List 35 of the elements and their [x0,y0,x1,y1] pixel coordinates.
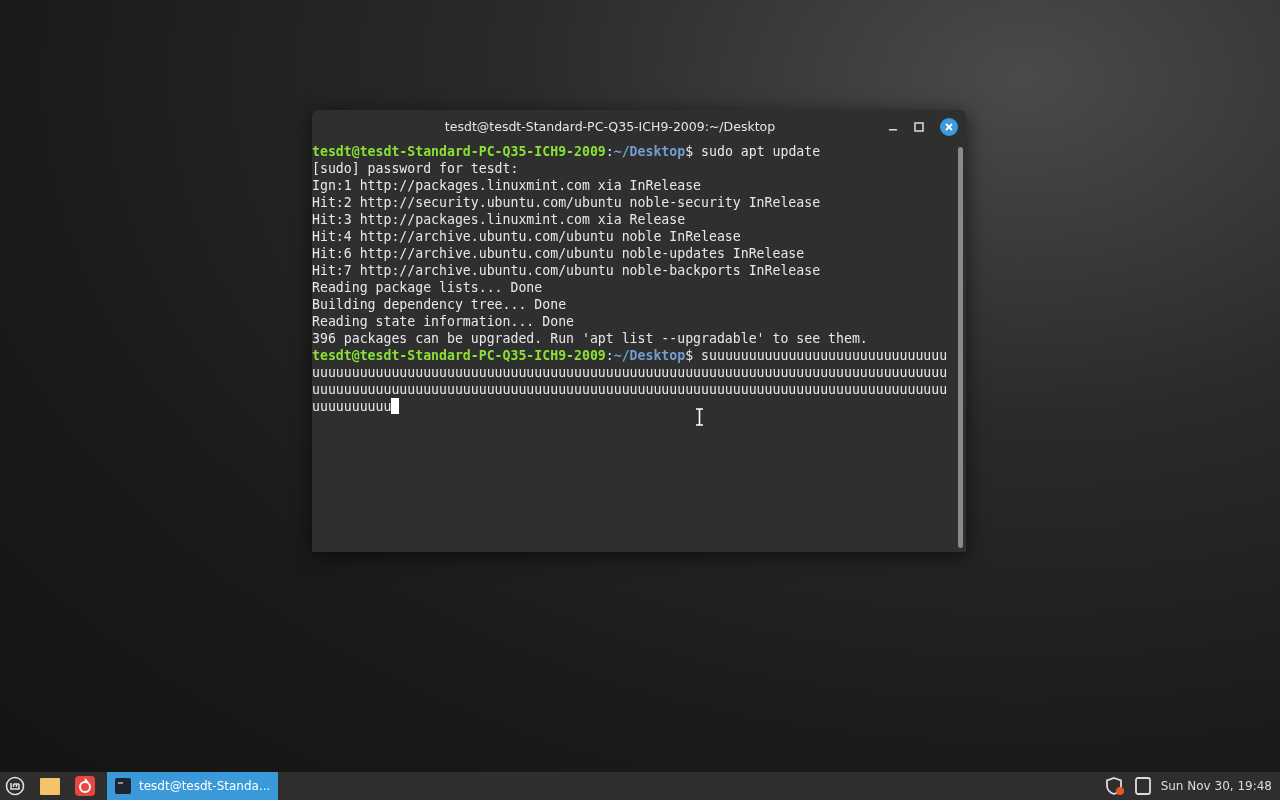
terminal-output-line: Reading state information... Done [312,314,574,329]
prompt-colon: : [605,144,614,159]
prompt-user-host: tesdt@tesdt-Standard-PC-Q35-ICH9-2009 [312,348,606,363]
window-list-icon[interactable] [1134,777,1151,795]
prompt-path: ~/Desktop [613,348,686,363]
prompt-path: ~/Desktop [613,144,686,159]
prompt-command: $ sudo apt update [685,144,821,159]
maximize-icon[interactable] [914,121,924,132]
text-cursor [391,398,400,414]
scrollbar[interactable] [958,147,963,548]
folder-icon[interactable] [40,777,60,795]
terminal-output-line: Hit:7 http://archive.ubuntu.com/ubuntu noble-backports InRelease [312,263,821,278]
terminal-input-line: uuuuuuuuuu [312,399,392,414]
terminal-output-line: Hit:6 http://archive.ubuntu.com/ubuntu noble-updates InRelease [312,246,805,261]
ibeam-pointer-icon [695,408,704,426]
close-icon[interactable] [940,117,958,136]
terminal-output-line: Hit:4 http://archive.ubuntu.com/ubuntu noble InRelease [312,229,741,244]
prompt-command: $ suuuuuuuuuuuuuuuuuuuuuuuuuuuuuu [685,348,948,363]
terminal-output-line: Reading package lists... Done [312,280,543,295]
terminal-output-line: Hit:2 http://security.ubuntu.com/ubuntu noble-security InRelease [312,195,821,210]
prompt-colon: : [605,348,614,363]
terminal-output-line: [sudo] password for tesdt: [312,161,519,176]
terminal-output-line: uuuuuuuuuuuuuuuuuuuuuuuuuuuuuuuuuuuuuuuuuuuuuuuuuuuuuuuuuuuuuuuuuuuuuuuuuuuuuuuu [312,382,948,397]
terminal-output-line: uuuuuuuuuuuuuuuuuuuuuuuuuuuuuuuuuuuuuuuuuuuuuuuuuuuuuuuuuuuuuuuuuuuuuuuuuuuuuuuu [312,365,948,380]
terminal-output-line: Ign:1 http://packages.linuxmint.com xia InRelease [312,178,702,193]
shield-icon[interactable] [1104,776,1125,796]
terminal-output-line: Building dependency tree... Done [312,297,567,312]
terminal-icon [115,778,131,794]
mint-menu-icon[interactable] [5,776,25,796]
terminal-output-line: 396 packages can be upgraded. Run 'apt list --upgradable' to see them. [312,331,868,346]
browser-icon[interactable] [75,776,95,796]
prompt-user-host: tesdt@tesdt-Standard-PC-Q35-ICH9-2009 [312,144,606,159]
clock[interactable]: Sun Nov 30, 19:48 [1160,779,1272,793]
window-title: tesdt@tesdt-Standard-PC-Q35-ICH9-2009:~/Desktop [443,119,777,134]
terminal-output-line: Hit:3 http://packages.linuxmint.com xia Release [312,212,686,227]
